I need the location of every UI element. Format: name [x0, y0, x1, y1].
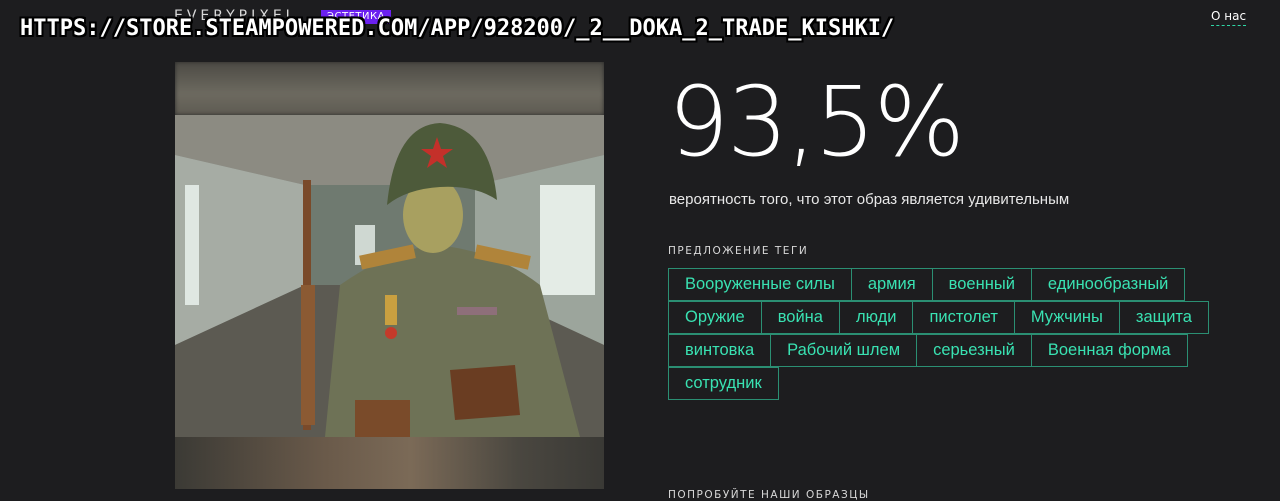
score-caption: вероятность того, что этот образ являетс…	[669, 191, 1070, 208]
tag-list: Вооруженные силы армия военный единообра…	[668, 268, 1248, 400]
tag-row: сотрудник	[668, 367, 1248, 400]
soldier-photo	[175, 115, 604, 437]
tag-item[interactable]: война	[760, 301, 840, 334]
score-value: 93,5%	[668, 66, 965, 178]
tag-item[interactable]: Оружие	[668, 301, 762, 334]
tag-row: Оружие война люди пистолет Мужчины защит…	[668, 301, 1248, 334]
tag-item[interactable]: серьезный	[916, 334, 1032, 367]
tag-item[interactable]: сотрудник	[668, 367, 779, 400]
tag-item[interactable]: Рабочий шлем	[770, 334, 918, 367]
try-samples-label: ПОПРОБУЙТЕ НАШИ ОБРАЗЦЫ	[668, 489, 870, 501]
uploaded-photo	[175, 62, 604, 489]
tag-row: Вооруженные силы армия военный единообра…	[668, 268, 1248, 301]
photo-main	[175, 115, 604, 437]
tag-item[interactable]: защита	[1118, 301, 1209, 334]
photo-blur-top	[175, 62, 604, 115]
tag-item[interactable]: винтовка	[668, 334, 772, 367]
overlay-url-text: HTTPS://STORE.STEAMPOWERED.COM/APP/92820…	[20, 16, 895, 41]
tag-item[interactable]: пистолет	[912, 301, 1015, 334]
tag-item[interactable]: армия	[850, 268, 933, 301]
about-link[interactable]: О нас	[1211, 9, 1247, 26]
photo-blur-bottom	[175, 437, 604, 489]
tag-row: винтовка Рабочий шлем серьезный Военная …	[668, 334, 1248, 367]
tag-item[interactable]: Военная форма	[1030, 334, 1188, 367]
tag-item[interactable]: военный	[931, 268, 1032, 301]
tag-item[interactable]: Мужчины	[1013, 301, 1120, 334]
tag-item[interactable]: люди	[838, 301, 914, 334]
suggested-tags-label: ПРЕДЛОЖЕНИЕ ТЕГИ	[668, 245, 809, 257]
tag-item[interactable]: Вооруженные силы	[668, 268, 852, 301]
tag-item[interactable]: единообразный	[1030, 268, 1186, 301]
